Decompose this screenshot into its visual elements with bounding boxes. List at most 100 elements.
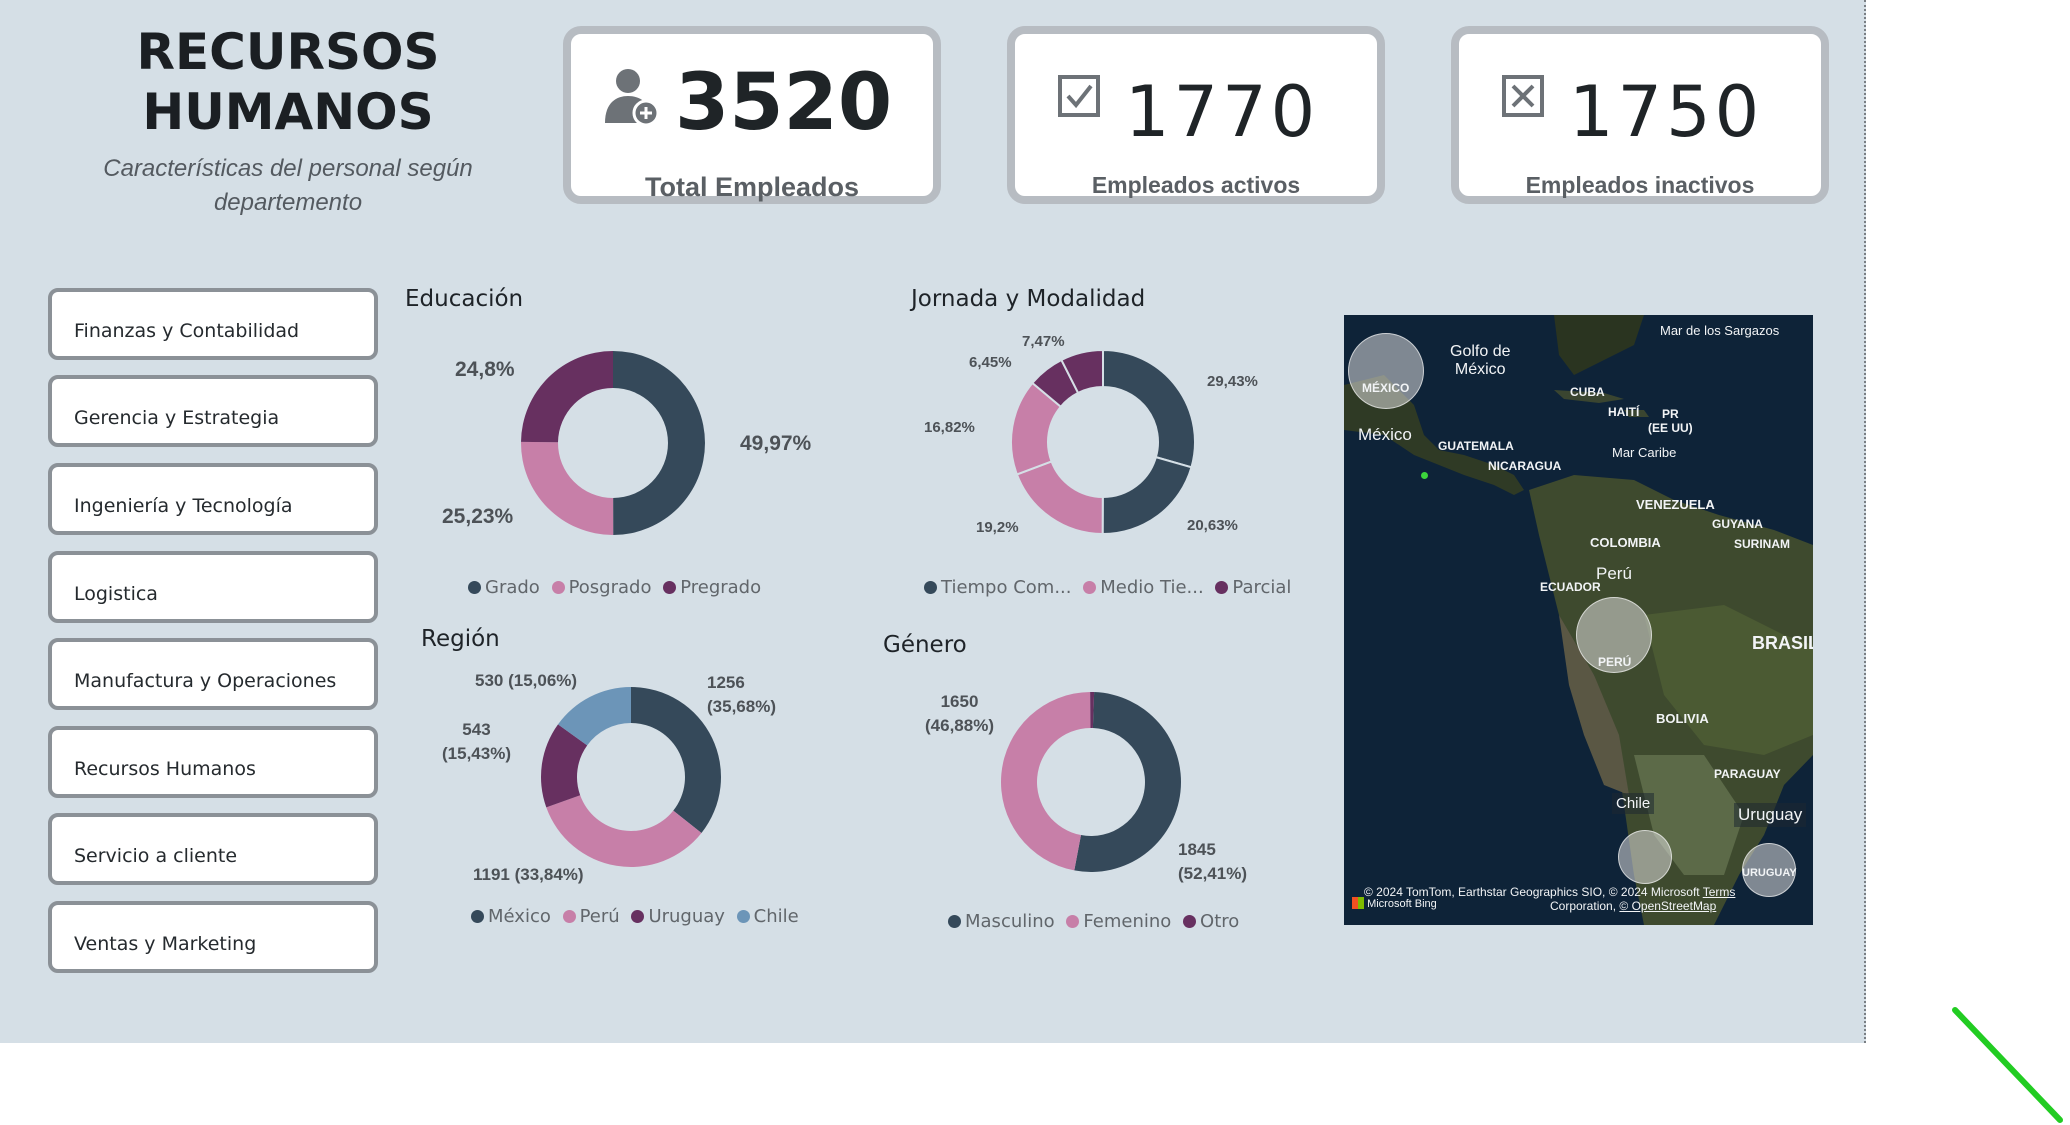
data-label-line: (15,43%) (442, 744, 511, 763)
data-label-line: 1256 (707, 673, 745, 692)
department-button[interactable]: Gerencia y Estrategia (48, 375, 378, 447)
legend-marker (663, 581, 677, 594)
kpi-total-employees-card[interactable]: 3520 Total Empleados (563, 26, 941, 204)
map-label: BRASIL (1752, 633, 1813, 653)
data-label: 49,97% (740, 432, 812, 455)
region-map[interactable]: Mar de los Sargazos Golfo de México CUBA… (1344, 315, 1813, 925)
legend-item[interactable]: Medio Tie... (1083, 577, 1204, 598)
map-label-line: (EE UU) (1648, 421, 1693, 435)
legend-item[interactable]: Pregrado (663, 577, 761, 598)
legend-item[interactable]: Masculino (948, 911, 1055, 932)
data-label: 530 (15,06%) (475, 671, 578, 690)
map-label: GUYANA (1712, 517, 1763, 531)
legend-marker (1215, 581, 1229, 594)
data-label: 25,23% (442, 505, 514, 528)
title-line-1: RECURSOS (136, 23, 440, 81)
data-label-line: (35,68%) (707, 697, 776, 716)
mexico-bubble[interactable] (1348, 333, 1424, 409)
data-label-line: 1650 (940, 692, 979, 711)
subtitle-line-2: departemento (213, 189, 363, 216)
map-attribution-line2: Corporation, © OpenStreetMap (1550, 899, 1716, 913)
kpi-active-value: 1770 (1125, 71, 1320, 153)
map-label: Mar Caribe (1612, 445, 1677, 460)
legend-item[interactable]: Posgrado (551, 577, 651, 598)
department-button[interactable]: Manufactura y Operaciones (48, 638, 378, 710)
kpi-inactive-employees-card[interactable]: 1750 Empleados inactivos (1451, 26, 1829, 204)
map-label: HAITÍ (1608, 405, 1640, 419)
osm-link[interactable]: © OpenStreetMap (1619, 899, 1716, 913)
map-label: MÉXICO (1362, 381, 1410, 395)
map-label: GUATEMALA (1438, 439, 1514, 453)
data-label: 19,2% (976, 519, 1019, 536)
map-label: Chile (1612, 793, 1655, 814)
data-label-line: 1845 (1178, 840, 1216, 859)
map-label: PARAGUAY (1714, 767, 1781, 781)
legend-label: Uruguay (648, 906, 725, 927)
kpi-active-employees-card[interactable]: 1770 Empleados activos (1007, 26, 1385, 204)
legend-item[interactable]: Parcial (1215, 577, 1291, 598)
microsoft-logo-icon (1352, 897, 1364, 909)
map-label: BOLIVIA (1656, 711, 1709, 726)
kpi-active-label: Empleados activos (1091, 172, 1301, 198)
department-button[interactable]: Ventas y Marketing (48, 901, 378, 973)
kpi-inactive-value: 1750 (1569, 71, 1764, 153)
data-label-line: (46,88%) (925, 716, 994, 735)
data-label: 16,82% (924, 419, 975, 436)
map-label-line: PR (1662, 407, 1679, 421)
bing-logo: Microsoft Bing (1352, 897, 1437, 910)
legend-marker (468, 581, 481, 594)
department-button[interactable]: Finanzas y Contabilidad (48, 288, 378, 360)
department-button[interactable]: Servicio a cliente (48, 813, 378, 885)
data-label: 1650 (46,88%) (925, 690, 994, 738)
subtitle-line-1: Características del personal según (103, 155, 473, 182)
data-label: 1845 (52,41%) (1178, 838, 1247, 886)
chart-title: Jornada y Modalidad (911, 286, 1146, 312)
map-label: Perú (1596, 564, 1632, 583)
person-add-icon (605, 69, 660, 127)
legend-item[interactable]: Femenino (1066, 911, 1171, 932)
page-boundary-line (1864, 0, 1866, 1043)
chart-legend: Masculino Femenino Otro (948, 911, 1245, 932)
map-label: URUGUAY (1742, 867, 1797, 879)
department-button[interactable]: Logistica (48, 551, 378, 623)
legend-item[interactable]: Tiempo Com... (924, 577, 1072, 598)
legend-item[interactable]: México (471, 906, 551, 927)
legend-item[interactable]: Perú (562, 906, 620, 927)
page-subtitle: Características del personal según depar… (82, 152, 494, 220)
data-label: 6,45% (969, 354, 1012, 371)
data-label: 1191 (33,84%) (473, 865, 584, 884)
map-label: PR (EE UU) (1648, 407, 1693, 435)
page-title: RECURSOS HUMANOS (82, 22, 494, 142)
legend-item[interactable]: Uruguay (631, 906, 725, 927)
chart-title: Región (421, 626, 500, 652)
chart-legend: Grado Posgrado Pregrado (468, 577, 767, 598)
terms-link[interactable]: Terms (1703, 885, 1736, 899)
kpi-inactive-label: Empleados inactivos (1525, 172, 1755, 198)
legend-marker (948, 915, 961, 928)
department-button[interactable]: Ingeniería y Tecnología (48, 463, 378, 535)
legend-label: Chile (753, 906, 799, 927)
legend-label: Grado (485, 577, 540, 598)
chart-title: Educación (405, 286, 524, 312)
legend-marker (1066, 915, 1080, 928)
kpi-total-value: 3520 (675, 58, 893, 148)
map-label: Uruguay (1734, 803, 1807, 827)
legend-label: Medio Tie... (1100, 577, 1204, 598)
department-button[interactable]: Recursos Humanos (48, 726, 378, 798)
legend-label: Perú (579, 906, 620, 927)
legend-label: Masculino (965, 911, 1055, 932)
map-label: COLOMBIA (1590, 535, 1661, 550)
title-line-2: HUMANOS (142, 83, 434, 141)
legend-item[interactable]: Grado (468, 577, 540, 598)
bing-text: Microsoft Bing (1367, 898, 1437, 910)
chart-legend: México Perú Uruguay Chile (471, 906, 805, 927)
legend-item[interactable]: Chile (736, 906, 799, 927)
chile-bubble[interactable] (1618, 830, 1672, 884)
map-label-line: México (1454, 361, 1506, 378)
chart-legend: Tiempo Com... Medio Tie... Parcial (924, 577, 1297, 598)
legend-marker (1183, 915, 1197, 928)
legend-marker (471, 910, 484, 923)
data-label-line: 543 (462, 720, 491, 739)
legend-item[interactable]: Otro (1183, 911, 1239, 932)
map-label: CUBA (1570, 385, 1605, 399)
